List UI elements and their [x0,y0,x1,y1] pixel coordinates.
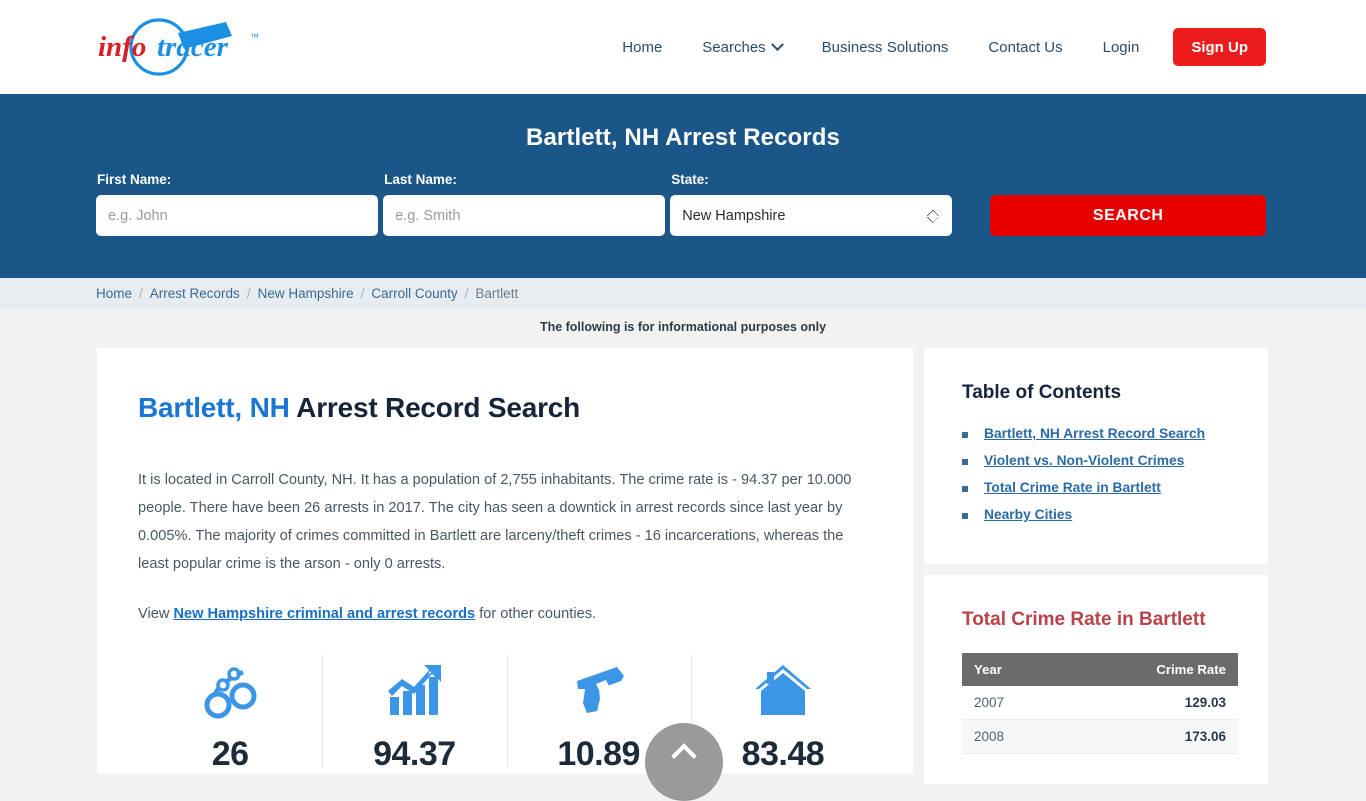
toc-item: Violent vs. Non-Violent Crimes [962,453,1238,468]
first-name-field-group: First Name: [96,172,379,236]
stat-crime-rate: 94.37 [322,653,506,774]
nav-label: Login [1102,38,1140,56]
sidebar: Table of Contents Bartlett, NH Arrest Re… [924,348,1268,795]
breadcrumb-separator: / [139,285,143,301]
main-content-card: Bartlett, NH Arrest Record Search It is … [97,348,913,774]
toc-title: Table of Contents [962,382,1122,403]
heading-rest: Arrest Record Search [289,392,581,423]
view-suffix: for other counties. [475,606,597,622]
stat-value: 26 [211,735,249,773]
handcuffs-icon [138,661,322,721]
last-name-label: Last Name: [384,172,457,187]
nav-label: Business Solutions [821,38,949,56]
stat-arrests: 26 [138,653,322,774]
cell-crime-rate: 173.06 [1063,719,1238,754]
search-hero: Bartlett, NH Arrest Records First Name: … [0,94,1366,278]
toc-link-nearby-cities[interactable]: Nearby Cities [984,507,1072,522]
toc-link-total-crime-rate[interactable]: Total Crime Rate in Bartlett [984,480,1161,495]
view-prefix: View [138,606,174,622]
last-name-input[interactable] [383,195,666,236]
other-counties-paragraph: View New Hampshire criminal and arrest r… [138,600,873,628]
column-header-crime-rate: Crime Rate [1063,653,1238,686]
nav-label: Home [622,38,663,56]
bullet-icon [962,513,968,519]
heading-city: Bartlett [138,392,235,423]
breadcrumb-separator: / [246,285,251,301]
cell-year: 2007 [962,686,1063,720]
bullet-icon [962,486,968,492]
first-name-label: First Name: [97,172,172,187]
breadcrumb-separator: / [464,285,469,301]
scroll-to-top-button[interactable] [645,723,723,801]
svg-text:™: ™ [250,32,259,42]
state-field-group: State: New Hampshire [670,172,953,236]
state-records-link[interactable]: New Hampshire criminal and arrest record… [173,606,475,622]
breadcrumb-item-arrest-records[interactable]: Arrest Records [150,286,240,301]
toc-link-violent-vs-nonviolent[interactable]: Violent vs. Non-Violent Crimes [984,453,1184,468]
table-row: 2008 173.06 [962,719,1238,754]
crime-rate-title: Total Crime Rate in Bartlett [962,609,1206,630]
total-crime-rate-card: Total Crime Rate in Bartlett Year Crime … [924,575,1268,784]
table-header-row: Year Crime Rate [962,653,1238,686]
chevron-up-icon [671,743,697,769]
cell-year: 2008 [962,719,1063,754]
house-icon [691,661,875,721]
nav-item-contact-us[interactable]: Contact Us [968,39,1082,56]
first-name-input[interactable] [96,195,379,236]
table-head: Year Crime Rate [962,653,1238,686]
infotracer-logo[interactable]: info tracer ™ [98,15,278,79]
sign-up-button[interactable]: Sign Up [1173,28,1266,66]
toc-item: Bartlett, NH Arrest Record Search [962,426,1238,441]
main-navigation: Home Searches Business Solutions Contact… [602,0,1266,94]
chevron-down-icon [770,37,784,51]
breadcrumb-item-carroll-county[interactable]: Carroll County [371,286,457,301]
breadcrumb: Home / Arrest Records / New Hampshire / … [0,278,1366,308]
crime-rate-table: Year Crime Rate 2007 129.03 2008 173.06 [962,653,1238,754]
growth-chart-icon [322,661,506,721]
column-header-year: Year [962,653,1063,686]
table-of-contents-card: Table of Contents Bartlett, NH Arrest Re… [924,348,1268,564]
heading-state: NH [249,392,290,423]
state-label: State: [671,172,709,187]
nav-item-home[interactable]: Home [602,39,682,56]
breadcrumb-item-new-hampshire[interactable]: New Hampshire [258,286,354,301]
search-button[interactable]: SEARCH [990,195,1267,236]
breadcrumb-item-bartlett: Bartlett [475,285,519,301]
nav-item-login[interactable]: Login [1083,39,1160,56]
svg-text:tracer: tracer [157,31,229,63]
breadcrumb-item-home[interactable]: Home [96,286,132,301]
toc-link-arrest-record-search[interactable]: Bartlett, NH Arrest Record Search [984,426,1205,441]
svg-text:info: info [98,31,146,63]
nav-label: Searches [702,38,766,56]
heading-comma: , [234,392,250,423]
main-heading: Bartlett, NH Arrest Record Search [138,392,875,424]
logo-svg: info tracer ™ [98,18,259,76]
bullet-icon [962,432,968,438]
arrest-search-form: First Name: Last Name: State: New Hampsh… [0,152,1366,236]
toc-item: Nearby Cities [962,507,1238,522]
crime-stats-row: 26 94.37 10.89 83.48 [138,653,875,774]
city-summary-paragraph: It is located in Carroll County, NH. It … [138,472,852,572]
table-row: 2007 129.03 [962,686,1238,720]
table-body: 2007 129.03 2008 173.06 [962,686,1238,754]
toc-item: Total Crime Rate in Bartlett [962,480,1238,495]
state-select[interactable]: New Hampshire [670,195,953,236]
handgun-icon [507,661,691,721]
nav-label: Contact Us [988,38,1063,56]
nav-item-business-solutions[interactable]: Business Solutions [802,39,969,56]
cell-crime-rate: 129.03 [1063,686,1238,720]
stat-value: 94.37 [373,735,456,773]
site-header: info tracer ™ Home Searches Business Sol… [0,0,1366,94]
page-title: Bartlett, NH Arrest Records [526,124,840,151]
breadcrumb-separator: / [360,285,365,301]
last-name-field-group: Last Name: [383,172,666,236]
informational-notice: The following is for informational purpo… [539,320,827,334]
nav-item-searches[interactable]: Searches [682,37,801,56]
toc-list: Bartlett, NH Arrest Record Search Violen… [962,426,1238,522]
bullet-icon [962,459,968,465]
